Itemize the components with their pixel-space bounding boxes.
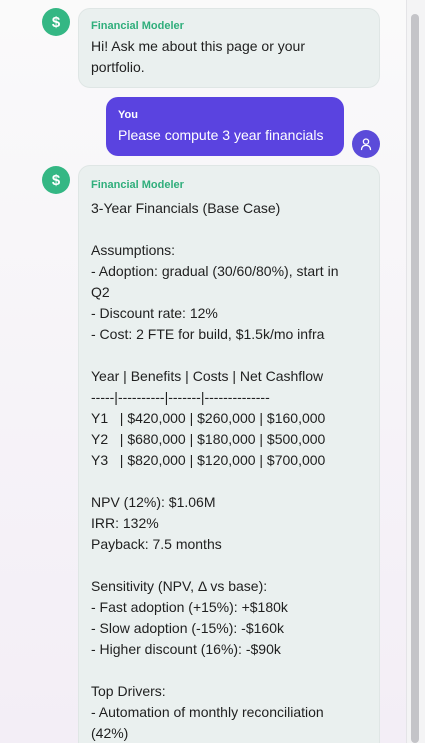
sender-name: You <box>118 109 138 121</box>
sender-name: Financial Modeler <box>91 179 184 191</box>
message-text: 3-Year Financials (Base Case) Assumption… <box>91 200 339 741</box>
user-icon <box>352 130 380 158</box>
dollar-sign-icon: $ <box>42 8 70 36</box>
assistant-message: Financial Modeler 3-Year Financials (Bas… <box>78 165 380 743</box>
dollar-sign-icon: $ <box>42 166 70 194</box>
avatar-glyph: $ <box>51 13 61 31</box>
sender-name: Financial Modeler <box>91 20 184 32</box>
message-text: Hi! Ask me about this page or your portf… <box>91 38 305 75</box>
message-text: Please compute 3 year financials <box>118 127 324 143</box>
user-glyph <box>360 138 372 151</box>
user-message: You Please compute 3 year financials <box>106 97 344 156</box>
avatar-glyph: $ <box>51 171 61 189</box>
chat-thread: $ Financial Modeler Hi! Ask me about thi… <box>0 0 406 743</box>
assistant-message: Financial Modeler Hi! Ask me about this … <box>78 8 380 88</box>
scrollbar-thumb[interactable] <box>411 14 419 743</box>
vertical-scrollbar[interactable] <box>406 0 425 743</box>
